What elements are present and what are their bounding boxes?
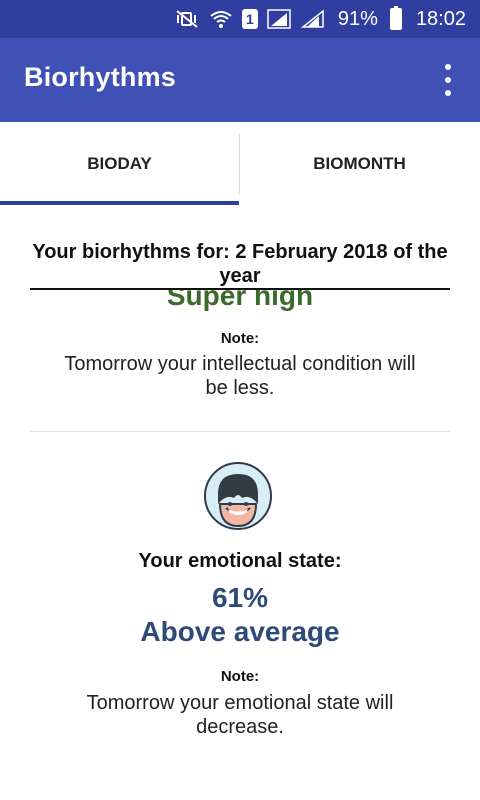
battery-percentage: 91% (337, 7, 378, 30)
battery-charging-icon (389, 6, 402, 30)
sim-icon: 1 (241, 9, 258, 29)
app-bar: Biorhythms (0, 38, 480, 122)
emotional-percent: 61% (211, 582, 269, 613)
tab-biomonth[interactable]: BIOMONTH (240, 122, 479, 206)
section-divider (30, 431, 450, 432)
overflow-menu-icon[interactable] (436, 64, 460, 96)
signal-icon (300, 8, 326, 30)
intellectual-level: Super high (166, 290, 314, 311)
emotional-level: Above average (140, 616, 340, 647)
emotional-note-label: Note: (220, 668, 260, 685)
status-icons: 1 91% 18:02 (174, 0, 466, 38)
clock: 18:02 (415, 7, 466, 30)
page-heading: Your biorhythms for: 2 February 2018 of … (32, 241, 448, 287)
heading-divider (30, 288, 450, 290)
smiling-face-avatar-icon (204, 462, 272, 530)
tab-bar: BIODAY BIOMONTH (0, 122, 480, 206)
vibrate-mute-icon (174, 8, 200, 30)
status-bar: 1 91% 18:02 (0, 0, 480, 38)
wifi-icon (208, 8, 234, 30)
bioday-content[interactable]: Super high Your biorhythms for: 2 Februa… (0, 206, 480, 800)
emotional-note-text: Tomorrow your emotional state will decre… (86, 692, 394, 738)
tab-bioday[interactable]: BIODAY (0, 122, 239, 206)
intellectual-level-partial: Super high (0, 290, 480, 312)
signal-icon (266, 8, 292, 30)
intellectual-note-label: Note: (220, 330, 260, 347)
emotional-title: Your emotional state: (138, 550, 342, 572)
tab-indicator (0, 201, 239, 205)
intellectual-note-text: Tomorrow your intellectual condition wil… (64, 353, 416, 399)
app-title: Biorhythms (24, 62, 177, 92)
